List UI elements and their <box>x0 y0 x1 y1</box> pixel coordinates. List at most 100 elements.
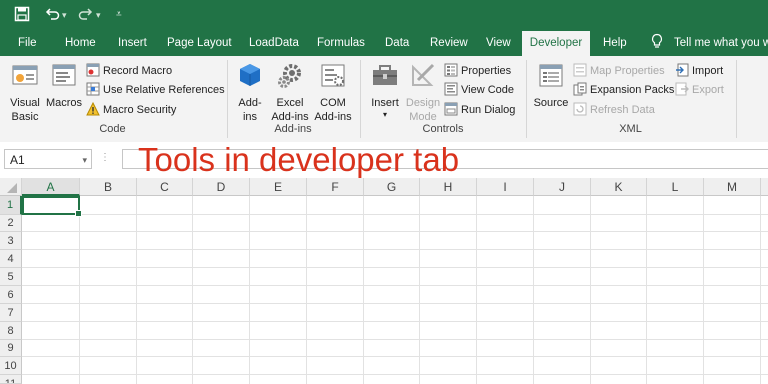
gridline <box>22 356 768 357</box>
insert-control-button[interactable]: Insert ▾ <box>366 62 404 120</box>
gridline <box>306 196 307 384</box>
row-header-6[interactable]: 6 <box>0 286 22 304</box>
source-button[interactable]: Source <box>532 62 570 110</box>
column-header-f[interactable]: F <box>307 178 364 196</box>
redo-icon[interactable] <box>78 6 94 26</box>
column-header-k[interactable]: K <box>591 178 647 196</box>
gridline <box>22 374 768 375</box>
tab-developer[interactable]: Developer <box>522 31 590 57</box>
add-ins-group-label: Add-ins <box>274 123 312 135</box>
gridline <box>590 196 591 384</box>
macro-security-button[interactable]: Macro Security <box>86 101 176 119</box>
row-header-8[interactable]: 8 <box>0 322 22 340</box>
tab-loaddata[interactable]: LoadData <box>249 31 299 56</box>
fill-handle[interactable] <box>75 210 82 217</box>
xml-source-icon <box>532 62 570 94</box>
column-header-j[interactable]: J <box>534 178 591 196</box>
gridline <box>760 196 761 384</box>
lightbulb-icon[interactable] <box>650 31 664 56</box>
row-header-10[interactable]: 10 <box>0 357 22 375</box>
import-button[interactable]: Import <box>675 62 723 80</box>
add-ins-button[interactable]: Add- ins <box>233 62 267 124</box>
row-header-4[interactable]: 4 <box>0 250 22 268</box>
macros-button[interactable]: Macros <box>45 62 83 110</box>
tab-view[interactable]: View <box>486 31 511 56</box>
tab-review[interactable]: Review <box>430 31 468 56</box>
visual-basic-button[interactable]: Visual Basic <box>6 62 44 124</box>
tell-me-search[interactable]: Tell me what you wa <box>674 31 768 56</box>
row-header-11[interactable]: 11 <box>0 375 22 384</box>
formula-bar-grip-icon: ⋮ <box>100 152 110 163</box>
view-code-button[interactable]: View Code <box>444 81 514 99</box>
column-header-i[interactable]: I <box>477 178 534 196</box>
column-header-g[interactable]: G <box>364 178 420 196</box>
tab-insert[interactable]: Insert <box>118 31 147 56</box>
column-header-m[interactable]: M <box>704 178 761 196</box>
visual-basic-icon <box>6 62 44 94</box>
customize-qat-icon[interactable]: ⩡ <box>116 6 122 24</box>
row-header-7[interactable]: 7 <box>0 304 22 322</box>
gear-icon <box>269 62 311 94</box>
active-cell-a1[interactable] <box>22 196 82 217</box>
gridline <box>22 249 768 250</box>
gridline <box>646 196 647 384</box>
refresh-data-button[interactable]: Refresh Data <box>573 101 655 119</box>
column-header-a[interactable]: A <box>22 178 80 196</box>
tab-help[interactable]: Help <box>603 31 627 56</box>
save-icon[interactable] <box>14 6 30 26</box>
tab-data[interactable]: Data <box>385 31 409 56</box>
design-mode-button[interactable]: Design Mode <box>404 62 442 124</box>
record-macro-button[interactable]: Record Macro <box>86 62 172 80</box>
gridline <box>703 196 704 384</box>
com-add-ins-button[interactable]: COM Add-ins <box>312 62 354 124</box>
column-header-l[interactable]: L <box>647 178 704 196</box>
worksheet-grid[interactable]: A B C D E F G H I J K L M 1 2 3 4 5 6 7 … <box>0 178 768 384</box>
expansion-packs-button[interactable]: Expansion Packs <box>573 81 674 99</box>
column-header-h[interactable]: H <box>420 178 477 196</box>
export-button[interactable]: Export <box>675 81 724 99</box>
name-box[interactable]: A1 ▾ <box>4 149 92 169</box>
record-macro-icon <box>86 63 100 77</box>
gridline <box>22 321 768 322</box>
redo-dropdown-icon[interactable]: ▾ <box>96 6 101 24</box>
column-header-d[interactable]: D <box>193 178 250 196</box>
select-all-corner[interactable] <box>0 178 22 196</box>
properties-button[interactable]: Properties <box>444 62 511 80</box>
row-header-3[interactable]: 3 <box>0 232 22 250</box>
tab-file[interactable]: File <box>18 31 37 56</box>
map-properties-button[interactable]: Map Properties <box>573 62 665 80</box>
use-relative-references-button[interactable]: Use Relative References <box>86 81 225 99</box>
row-header-9[interactable]: 9 <box>0 340 22 357</box>
group-separator <box>360 60 361 138</box>
gridline <box>22 303 768 304</box>
properties-icon <box>444 63 458 77</box>
row-header-1[interactable]: 1 <box>0 196 22 215</box>
gridline <box>22 231 768 232</box>
row-header-2[interactable]: 2 <box>0 215 22 232</box>
undo-icon[interactable] <box>44 6 60 26</box>
undo-dropdown-icon[interactable]: ▾ <box>62 6 67 24</box>
tab-page-layout[interactable]: Page Layout <box>167 31 232 56</box>
com-add-ins-icon <box>312 62 354 94</box>
run-dialog-button[interactable]: Run Dialog <box>444 101 515 119</box>
design-mode-icon <box>404 62 442 94</box>
column-header-c[interactable]: C <box>137 178 193 196</box>
tab-home[interactable]: Home <box>65 31 96 56</box>
gridline <box>22 214 768 215</box>
gridline <box>363 196 364 384</box>
developer-ribbon: Visual Basic Macros Record Macro Use Rel… <box>0 56 768 143</box>
macros-icon <box>45 62 83 94</box>
code-group-label: Code <box>99 123 126 135</box>
gridline <box>22 339 768 340</box>
toolbox-icon <box>366 62 404 94</box>
row-header-5[interactable]: 5 <box>0 268 22 286</box>
relative-references-icon <box>86 82 100 96</box>
run-dialog-icon <box>444 102 458 116</box>
tab-formulas[interactable]: Formulas <box>317 31 365 56</box>
overlay-caption: Tools in developer tab <box>138 141 460 178</box>
name-box-dropdown-icon[interactable]: ▾ <box>82 150 87 170</box>
expansion-packs-icon <box>573 82 587 96</box>
column-header-b[interactable]: B <box>80 178 137 196</box>
excel-add-ins-button[interactable]: Excel Add-ins <box>269 62 311 124</box>
column-header-e[interactable]: E <box>250 178 307 196</box>
